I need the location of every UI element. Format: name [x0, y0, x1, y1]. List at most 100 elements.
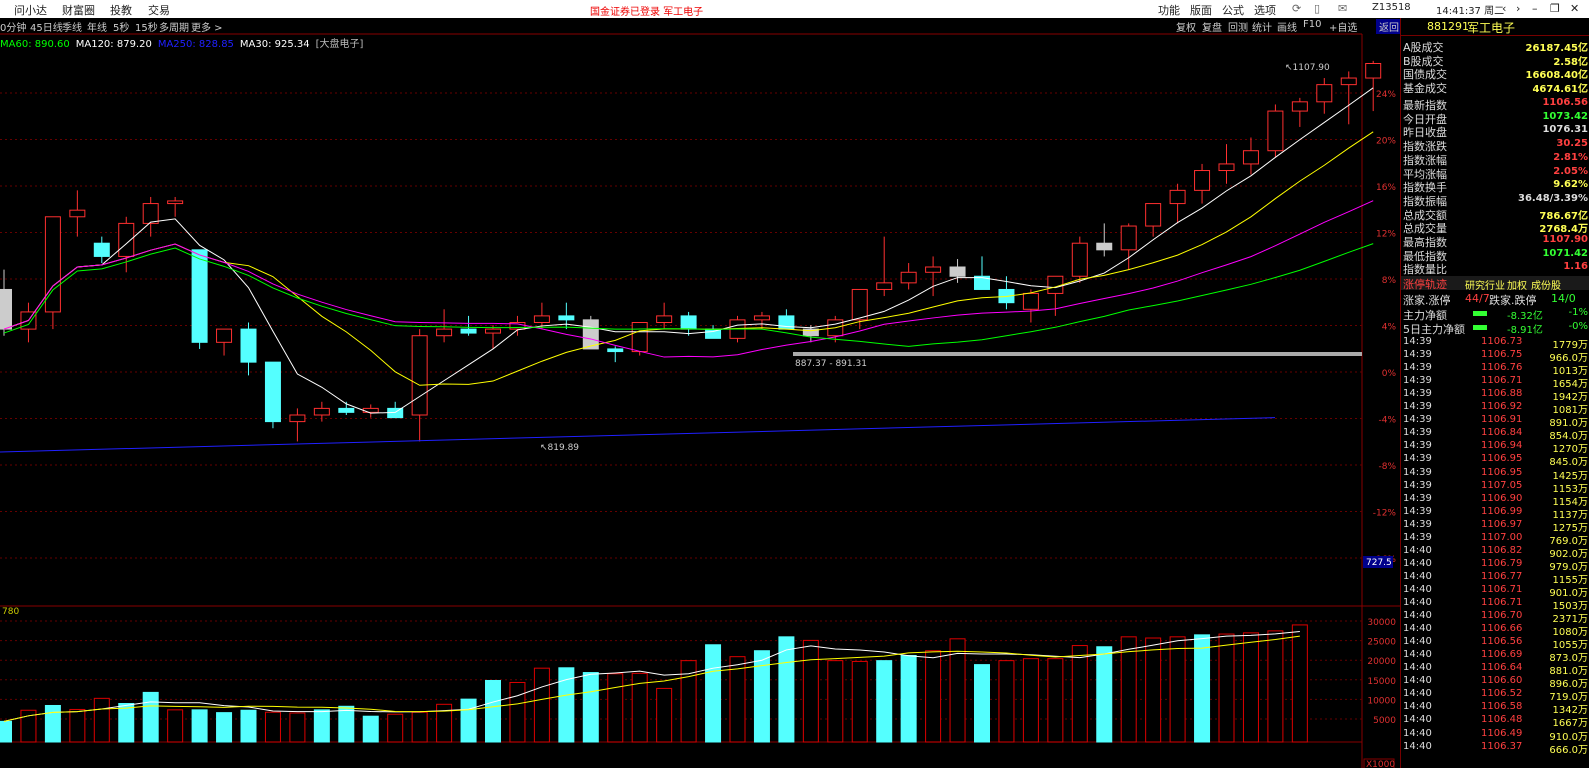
row-value: 1071.42 [1542, 247, 1588, 259]
candle-body [631, 322, 648, 353]
candle-body [1267, 110, 1284, 152]
candle-body [289, 414, 306, 423]
row-value: 1106.56 [1542, 97, 1588, 108]
forward-icon[interactable]: › [1516, 2, 1520, 15]
candle-body [1291, 101, 1308, 112]
candle-body [460, 328, 477, 334]
tick-row: 14:40 1106.71 1503万 [1403, 597, 1588, 612]
candle-body [1071, 242, 1088, 277]
volume-tick-label: 20000 [1367, 657, 1396, 667]
market-row: 国债成交 16608.40亿 [1403, 66, 1588, 81]
tab-research[interactable]: 研究行业 [1465, 277, 1505, 292]
tick-row: 14:40 1106.70 2371万 [1403, 610, 1588, 625]
tick-row: 14:40 1106.37 666.0万 [1403, 741, 1588, 756]
volume-bar [1022, 658, 1039, 743]
tick-price: 1106.52 [1481, 688, 1523, 700]
volume-bar [93, 697, 110, 743]
stat-row: 指数量比 1.16 [1403, 261, 1588, 277]
volume-bar [876, 660, 893, 743]
tick-time: 14:39 [1403, 388, 1432, 400]
volume-bar [900, 654, 917, 743]
tick-time: 14:40 [1403, 544, 1432, 556]
stat-row: 今日开盘 1073.42 [1403, 111, 1588, 126]
pct-tick-label: 4% [1382, 323, 1397, 333]
volume-bar [705, 644, 722, 743]
tick-row: 14:39 1106.88 1942万 [1403, 388, 1588, 403]
volume-bar [289, 712, 306, 743]
volume-bar [1291, 624, 1308, 743]
tick-row: 14:40 1106.69 873.0万 [1403, 649, 1588, 664]
close-icon[interactable]: ✕ [1570, 2, 1579, 15]
tick-price: 1106.91 [1481, 414, 1523, 426]
volume-unit: X1000 [1366, 760, 1395, 768]
candle-body [485, 328, 501, 334]
tab-components[interactable]: 成份股 [1531, 277, 1561, 292]
tick-row: 14:39 1107.05 1153万 [1403, 479, 1588, 495]
quote-panel: 881291 军工电子 A股成交 26187.45亿 B股成交 2.58亿 国债成交 16… [1400, 18, 1589, 768]
tick-row: 14:39 1106.94 1270万 [1403, 440, 1588, 455]
tick-price: 1106.66 [1481, 623, 1523, 635]
tick-price: 1106.94 [1481, 440, 1523, 452]
volume-bar [582, 672, 599, 743]
volume-bar [240, 709, 257, 743]
tick-price: 1106.71 [1481, 375, 1523, 387]
back-icon[interactable]: ‹ [1502, 2, 1506, 15]
volume-bar [0, 720, 12, 743]
candle-body [1096, 242, 1113, 251]
tick-row: 14:40 1106.79 979.0万 [1403, 557, 1588, 573]
volume-bar [827, 660, 844, 743]
tick-price: 1107.05 [1481, 479, 1523, 491]
tick-price: 1106.92 [1481, 401, 1523, 413]
minimize-icon[interactable]: – [1532, 2, 1538, 15]
stat-row: 最高指数 1107.90 [1403, 234, 1588, 249]
row-label: 指数量比 [1403, 263, 1447, 277]
candle-body [69, 209, 86, 218]
volume-bar [1194, 634, 1211, 743]
volume-bar [142, 691, 159, 743]
tick-time: 14:39 [1403, 505, 1432, 517]
tick-price: 1106.82 [1481, 544, 1523, 556]
tab-limit-track[interactable]: 涨停轨迹 [1403, 276, 1447, 292]
candle-body [1022, 292, 1039, 310]
tab-weighted[interactable]: 加权 [1507, 277, 1527, 292]
volume-tick-label: 10000 [1367, 696, 1396, 706]
volume-bar [1169, 636, 1186, 743]
tick-row: 14:39 1107.00 769.0万 [1403, 532, 1588, 547]
tick-price: 1106.69 [1481, 649, 1523, 661]
pct-tick-label: 20% [1376, 137, 1396, 147]
tick-time: 14:39 [1403, 336, 1432, 347]
row-value: 4674.61亿 [1532, 84, 1588, 96]
kline-chart[interactable]: 24%20%16%12%8%4%0%-4%-8%-12%-16%30000250… [0, 0, 1400, 768]
candle-body [1340, 77, 1357, 86]
flow-value: -8.91亿 [1507, 325, 1543, 336]
flow-value: -8.32亿 [1507, 311, 1543, 322]
tick-time: 14:40 [1403, 649, 1432, 661]
candle-body [558, 315, 575, 321]
tick-time: 14:39 [1403, 414, 1432, 426]
market-row: B股成交 2.58亿 [1403, 53, 1588, 68]
candle-body [362, 407, 379, 413]
row-value: 1107.90 [1542, 234, 1588, 245]
volume-bar [656, 687, 673, 743]
tick-price: 1106.76 [1481, 362, 1523, 374]
tick-row: 14:39 1106.75 966.0万 [1403, 349, 1588, 364]
candle-body [216, 328, 233, 343]
volume-tick-label: 15000 [1367, 677, 1396, 687]
tick-row: 14:40 1106.48 1667万 [1403, 714, 1588, 729]
candle-body [1145, 203, 1162, 227]
tick-time: 14:40 [1403, 701, 1432, 713]
tick-time: 14:40 [1403, 597, 1432, 608]
maximize-icon[interactable]: ❐ [1550, 2, 1560, 15]
tick-time: 14:40 [1403, 623, 1432, 635]
volume-bar [69, 708, 86, 743]
candle-body [1242, 150, 1259, 165]
tick-time: 14:39 [1403, 427, 1432, 439]
tick-time: 14:39 [1403, 479, 1432, 491]
tick-row: 14:40 1106.71 901.0万 [1403, 584, 1588, 599]
volume-bar [1218, 633, 1235, 743]
tick-price: 1106.79 [1481, 557, 1523, 569]
volume-bar [1242, 632, 1259, 743]
tick-time: 14:40 [1403, 636, 1432, 648]
panel-header: 881291 军工电子 [1401, 18, 1589, 36]
candle-body [436, 328, 453, 337]
